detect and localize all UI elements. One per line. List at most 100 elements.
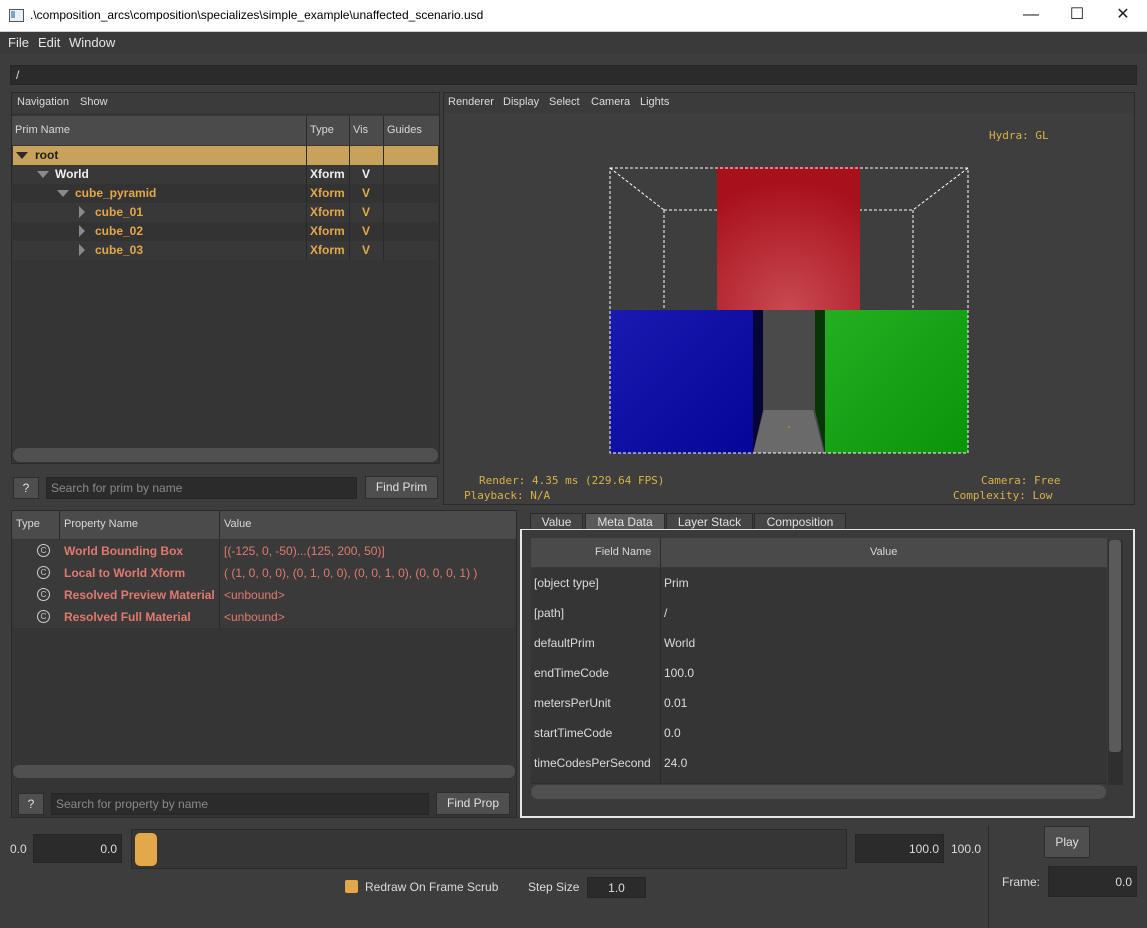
hud-hydra: Hydra: GL xyxy=(989,129,1049,142)
property-search-input[interactable]: Search for property by name xyxy=(51,793,429,815)
property-row[interactable]: C World Bounding Box [(-125, 0, -50)...(… xyxy=(13,540,515,563)
frame-input[interactable]: 0.0 xyxy=(1048,866,1137,897)
frame-label: Frame: xyxy=(1002,875,1041,889)
property-help-button[interactable]: ? xyxy=(18,793,44,815)
col-type[interactable]: Type xyxy=(310,124,334,136)
frame-slider[interactable] xyxy=(131,829,847,869)
properties-hscrollbar[interactable] xyxy=(13,765,515,778)
find-prim-button[interactable]: Find Prim xyxy=(365,476,438,499)
field-name: [object type] xyxy=(534,576,599,590)
collapse-arrow-icon[interactable] xyxy=(79,225,85,237)
prim-vis[interactable]: V xyxy=(362,205,370,219)
metadata-row[interactable]: metersPerUnit 0.01 xyxy=(531,688,1107,719)
menu-renderer[interactable]: Renderer xyxy=(448,96,494,108)
expand-arrow-icon[interactable] xyxy=(57,190,69,197)
field-name: timeCodesPerSecond xyxy=(534,756,651,770)
menu-edit[interactable]: Edit xyxy=(38,35,60,50)
prim-type: Xform xyxy=(310,243,345,257)
cube-left-blue[interactable] xyxy=(610,310,753,453)
field-name: startTimeCode xyxy=(534,726,613,740)
frame-slider-handle[interactable] xyxy=(135,833,157,866)
tree-row-cube-01[interactable]: cube_01 Xform V xyxy=(13,203,438,222)
prim-vis[interactable]: V xyxy=(362,224,370,238)
step-size-input[interactable]: 1.0 xyxy=(587,877,646,898)
expand-arrow-icon[interactable] xyxy=(37,171,49,178)
computed-property-icon: C xyxy=(37,610,50,623)
tree-row-cube-03[interactable]: cube_03 Xform V xyxy=(13,241,438,260)
menu-display[interactable]: Display xyxy=(503,96,539,108)
expand-arrow-icon[interactable] xyxy=(16,152,28,159)
tab-value[interactable]: Value xyxy=(530,513,583,530)
maximize-button[interactable]: ☐ xyxy=(1054,0,1100,32)
menu-bar: File Edit Window xyxy=(0,32,1147,53)
col-prop-type[interactable]: Type xyxy=(16,518,40,530)
property-row[interactable]: C Resolved Full Material <unbound> xyxy=(13,606,515,629)
prim-vis[interactable]: V xyxy=(362,186,370,200)
metadata-vscroll-thumb[interactable] xyxy=(1109,540,1121,752)
prim-search-input[interactable]: Search for prim by name xyxy=(46,477,357,499)
redraw-checkbox[interactable] xyxy=(345,880,358,893)
field-value: World xyxy=(664,636,696,650)
close-button[interactable]: ✕ xyxy=(1100,0,1146,32)
app-icon xyxy=(9,9,24,22)
computed-property-icon: C xyxy=(37,544,50,557)
col-field-name[interactable]: Field Name xyxy=(595,546,651,558)
col-meta-value[interactable]: Value xyxy=(870,546,897,558)
tree-row-root[interactable]: root xyxy=(13,146,438,165)
prim-vis[interactable]: V xyxy=(362,167,370,181)
prim-name: cube_03 xyxy=(95,243,144,257)
redraw-label: Redraw On Frame Scrub xyxy=(365,880,499,894)
tree-row-cube-pyramid[interactable]: cube_pyramid Xform V xyxy=(13,184,438,203)
viewport-scene[interactable] xyxy=(600,160,980,460)
end-frame-input[interactable]: 100.0 xyxy=(855,834,944,863)
collapse-arrow-icon[interactable] xyxy=(79,244,85,256)
find-prop-button[interactable]: Find Prop xyxy=(436,792,510,815)
tree-row-cube-02[interactable]: cube_02 Xform V xyxy=(13,222,438,241)
play-button[interactable]: Play xyxy=(1044,826,1090,858)
prim-name: cube_02 xyxy=(95,224,144,238)
col-prop-value[interactable]: Value xyxy=(224,518,251,530)
prim-type: Xform xyxy=(310,186,345,200)
minimize-button[interactable]: — xyxy=(1008,0,1054,32)
menu-navigation[interactable]: Navigation xyxy=(17,96,69,108)
prim-help-button[interactable]: ? xyxy=(13,477,39,499)
field-name: defaultPrim xyxy=(534,636,595,650)
collapse-arrow-icon[interactable] xyxy=(79,206,85,218)
metadata-row[interactable]: [object type] Prim xyxy=(531,568,1107,599)
col-guides[interactable]: Guides xyxy=(387,124,422,136)
tab-layer-stack[interactable]: Layer Stack xyxy=(666,513,753,530)
properties-header: Type Property Name Value xyxy=(12,511,516,539)
menu-show[interactable]: Show xyxy=(80,96,108,108)
field-value: 0.0 xyxy=(664,726,681,740)
menu-window[interactable]: Window xyxy=(69,35,115,50)
tree-row-world[interactable]: World Xform V xyxy=(13,165,438,184)
tab-meta-data[interactable]: Meta Data xyxy=(585,513,665,530)
tab-composition[interactable]: Composition xyxy=(754,513,846,530)
metadata-vscroll-track[interactable] xyxy=(1108,540,1123,785)
menu-select[interactable]: Select xyxy=(549,96,580,108)
start-frame-input[interactable]: 0.0 xyxy=(33,834,122,863)
metadata-row[interactable]: startTimeCode 0.0 xyxy=(531,718,1107,749)
prim-type: Xform xyxy=(310,167,345,181)
property-value: <unbound> xyxy=(224,588,285,602)
floor-plane xyxy=(753,410,824,453)
prim-vis[interactable]: V xyxy=(362,243,370,257)
path-field[interactable]: / xyxy=(10,65,1137,85)
metadata-hscrollbar[interactable] xyxy=(531,785,1106,799)
metadata-row[interactable]: endTimeCode 100.0 xyxy=(531,658,1107,689)
property-row[interactable]: C Resolved Preview Material <unbound> xyxy=(13,584,515,607)
cube-right-green[interactable] xyxy=(825,310,968,453)
metadata-row[interactable]: defaultPrim World xyxy=(531,628,1107,659)
col-prim-name[interactable]: Prim Name xyxy=(15,124,70,136)
property-value: <unbound> xyxy=(224,610,285,624)
metadata-row[interactable]: timeCodesPerSecond 24.0 xyxy=(531,748,1107,784)
col-property-name[interactable]: Property Name xyxy=(64,518,138,530)
property-row[interactable]: C Local to World Xform ( (1, 0, 0, 0), (… xyxy=(13,562,515,585)
menu-lights[interactable]: Lights xyxy=(640,96,669,108)
menu-file[interactable]: File xyxy=(8,35,29,50)
prim-tree-hscrollbar[interactable] xyxy=(13,448,438,462)
menu-camera[interactable]: Camera xyxy=(591,96,630,108)
cube-top-red[interactable] xyxy=(717,167,860,310)
metadata-row[interactable]: [path] / xyxy=(531,598,1107,629)
col-vis[interactable]: Vis xyxy=(353,124,368,136)
